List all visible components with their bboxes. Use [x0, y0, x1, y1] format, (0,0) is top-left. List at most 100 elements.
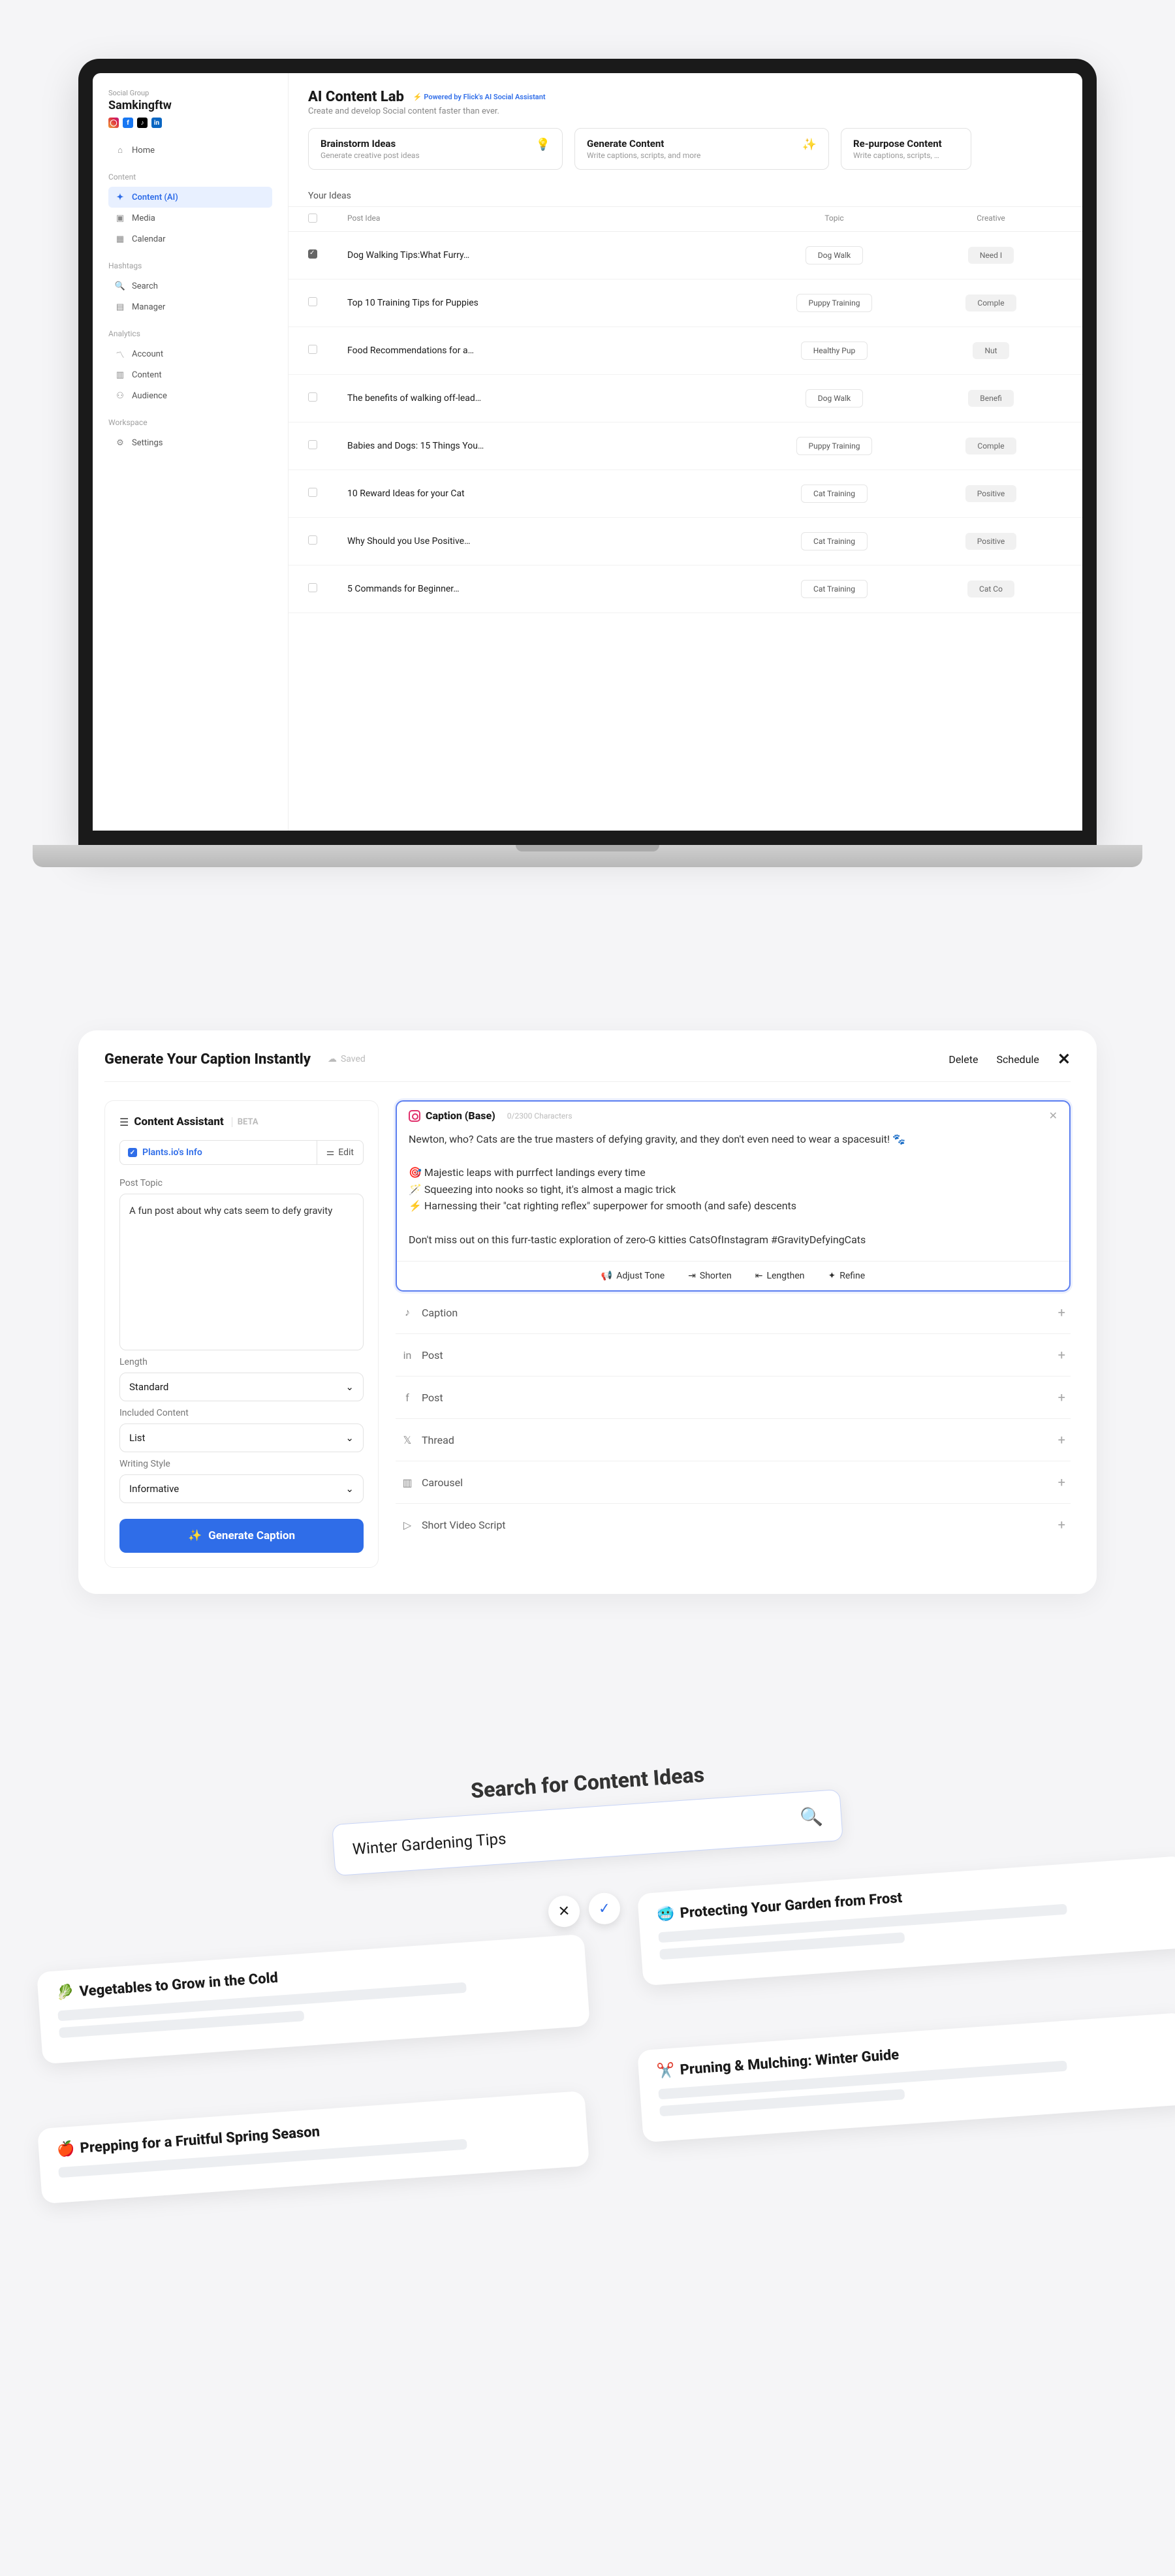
length-select[interactable]: Standard⌄: [119, 1373, 364, 1401]
table-row[interactable]: 5 Commands for Beginner… Cat Training Cat …: [289, 565, 1082, 613]
brainstorm-card[interactable]: Brainstorm IdeasGenerate creative post i…: [308, 128, 563, 170]
lengthen-button[interactable]: ⇤Lengthen: [755, 1271, 805, 1281]
close-icon[interactable]: ✕: [1058, 1050, 1071, 1068]
shorten-button[interactable]: ⇥Shorten: [688, 1271, 732, 1281]
creative-pill[interactable]: Need I: [968, 247, 1014, 264]
generate-card[interactable]: Generate ContentWrite captions, scripts,…: [574, 128, 829, 170]
nav-calendar[interactable]: ▦Calendar: [108, 229, 272, 249]
repurpose-card[interactable]: Re-purpose ContentWrite captions, script…: [841, 128, 971, 170]
nav-heading-hashtags: Hashtags: [108, 261, 272, 270]
table-row[interactable]: Food Recommendations for a… Healthy Pup Nu…: [289, 327, 1082, 375]
output-carousel[interactable]: ▥Carousel+: [396, 1461, 1071, 1504]
table-row[interactable]: Dog Walking Tips:What Furry…Dog WalkNeed…: [289, 232, 1082, 279]
topic-pill[interactable]: Cat Training: [801, 532, 868, 550]
edit-button[interactable]: ⚌Edit: [317, 1141, 363, 1164]
col-post-idea: Post Idea: [347, 214, 749, 225]
topic-pill[interactable]: Dog Walk: [806, 246, 863, 264]
topic-pill[interactable]: Healthy Pup: [801, 342, 868, 360]
chevron-down-icon: ⌄: [345, 1381, 354, 1393]
nav-audience[interactable]: ⚇Audience: [108, 385, 272, 406]
nav-media[interactable]: ▣Media: [108, 208, 272, 229]
nav-account[interactable]: 〽Account: [108, 343, 272, 364]
bulb-icon: 💡: [536, 138, 550, 151]
laptop-base: [33, 845, 1142, 867]
topic-pill[interactable]: Cat Training: [801, 485, 868, 503]
chevron-down-icon: ⌄: [345, 1432, 354, 1444]
creative-pill[interactable]: Nut: [973, 342, 1009, 359]
idea-card-vegetables[interactable]: 🥬Vegetables to Grow in the Cold: [37, 1934, 590, 2064]
reject-button[interactable]: ✕: [547, 1895, 580, 1928]
nav-manager[interactable]: ▤Manager: [108, 296, 272, 317]
row-checkbox[interactable]: [308, 535, 317, 545]
row-checkbox[interactable]: [308, 297, 317, 306]
output-tiktok-caption[interactable]: ♪Caption+: [396, 1292, 1071, 1334]
row-title: Why Should you Use Positive…: [347, 536, 749, 547]
creative-pill[interactable]: Comple: [965, 294, 1016, 311]
post-topic-label: Post Topic: [119, 1178, 364, 1188]
instagram-icon: ◯: [108, 118, 119, 128]
topic-pill[interactable]: Puppy Training: [796, 294, 873, 312]
nav-home[interactable]: ⌂Home: [108, 140, 272, 161]
row-title: 5 Commands for Beginner…: [347, 584, 749, 594]
topic-pill[interactable]: Puppy Training: [796, 437, 873, 455]
row-checkbox[interactable]: [308, 488, 317, 497]
content-assistant-panel: ☰ Content Assistant BETA ✓Plants.io's In…: [104, 1100, 379, 1568]
table-row[interactable]: The benefits of walking off-lead…Dog Wal…: [289, 375, 1082, 422]
ideas-table-header: Post Idea Topic Creative: [289, 206, 1082, 232]
card-title: Generate Your Caption Instantly: [104, 1051, 311, 1068]
check-icon: ✓: [128, 1148, 137, 1157]
creative-pill[interactable]: Benefi: [968, 390, 1013, 407]
output-facebook-post[interactable]: fPost+: [396, 1376, 1071, 1419]
main-panel: AI Content Lab ⚡ Powered by Flick's AI S…: [289, 73, 1082, 831]
row-checkbox[interactable]: [308, 392, 317, 402]
sparkle-icon: ✦: [115, 192, 125, 202]
idea-card-pruning[interactable]: ✂️Pruning & Mulching: Winter Guide: [637, 2012, 1175, 2142]
idea-card-frost[interactable]: 🥶Protecting Your Garden from Frost: [637, 1856, 1175, 1986]
post-topic-input[interactable]: A fun post about why cats seem to defy g…: [119, 1194, 364, 1350]
nav-content-ai[interactable]: ✦Content (AI): [108, 187, 272, 208]
adjust-tone-button[interactable]: 📢Adjust Tone: [601, 1271, 665, 1281]
row-checkbox[interactable]: [308, 249, 317, 259]
writing-style-label: Writing Style: [119, 1459, 364, 1469]
col-creative: Creative: [919, 214, 1063, 225]
idea-card-spring[interactable]: 🍎Prepping for a Fruitful Spring Season: [37, 2091, 589, 2204]
refine-button[interactable]: ✦Refine: [828, 1271, 865, 1281]
row-checkbox[interactable]: [308, 583, 317, 592]
table-row[interactable]: Top 10 Training Tips for PuppiesPuppy Tr…: [289, 279, 1082, 327]
nav-analytics-content[interactable]: ▥Content: [108, 364, 272, 385]
output-short-video[interactable]: ▷Short Video Script+: [396, 1504, 1071, 1546]
topic-pill[interactable]: Dog Walk: [806, 389, 863, 407]
saved-indicator: ☁Saved: [328, 1054, 366, 1064]
delete-button[interactable]: Delete: [948, 1053, 978, 1066]
accept-button[interactable]: ✓: [588, 1892, 621, 1925]
nav-settings[interactable]: ⚙Settings: [108, 432, 272, 453]
wand-icon: ✨: [188, 1529, 202, 1542]
select-all-checkbox[interactable]: [308, 214, 317, 223]
writing-style-select[interactable]: Informative⌄: [119, 1474, 364, 1503]
creative-pill[interactable]: Cat Co: [967, 580, 1014, 597]
table-row[interactable]: Babies and Dogs: 15 Things You…Puppy Tra…: [289, 422, 1082, 470]
schedule-button[interactable]: Schedule: [997, 1053, 1039, 1066]
row-checkbox[interactable]: [308, 440, 317, 449]
included-content-select[interactable]: List⌄: [119, 1423, 364, 1452]
facebook-icon: f: [401, 1391, 414, 1404]
table-row[interactable]: 10 Reward Ideas for your CatCat Training…: [289, 470, 1082, 518]
creative-pill[interactable]: Positive: [965, 485, 1016, 502]
nav-search[interactable]: 🔍Search: [108, 276, 272, 296]
close-icon[interactable]: ✕: [1049, 1109, 1058, 1122]
expand-icon: ⇤: [755, 1271, 763, 1281]
carousel-icon: ▥: [401, 1476, 414, 1489]
output-linkedin-post[interactable]: inPost+: [396, 1334, 1071, 1376]
facebook-icon: f: [123, 118, 133, 128]
table-row[interactable]: Why Should you Use Positive… Cat Training…: [289, 518, 1082, 565]
your-ideas-heading: Your Ideas: [289, 182, 1082, 206]
creative-pill[interactable]: Positive: [965, 533, 1016, 550]
row-title: Food Recommendations for a…: [347, 345, 749, 356]
caption-textarea[interactable]: Newton, who? Cats are the true masters o…: [397, 1130, 1069, 1261]
creative-pill[interactable]: Comple: [965, 437, 1016, 454]
topic-pill[interactable]: Cat Training: [801, 580, 868, 598]
output-thread[interactable]: 𝕏Thread+: [396, 1419, 1071, 1461]
brand-info-chip[interactable]: ✓Plants.io's Info: [120, 1141, 317, 1164]
generate-caption-button[interactable]: ✨Generate Caption: [119, 1519, 364, 1553]
row-checkbox[interactable]: [308, 345, 317, 354]
